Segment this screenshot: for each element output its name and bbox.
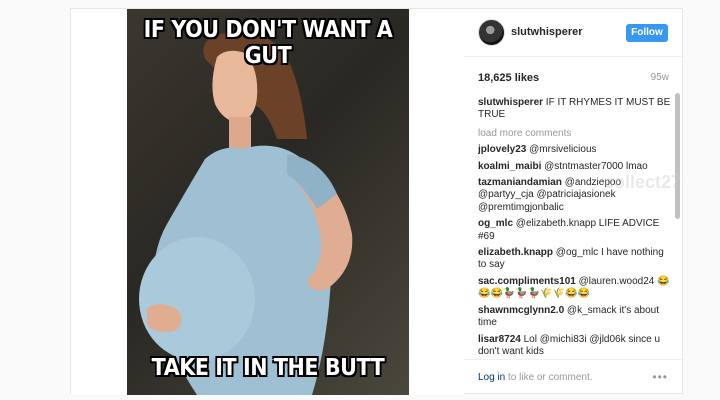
comment-username[interactable]: sac.compliments101 — [478, 276, 576, 287]
avatar[interactable] — [478, 19, 505, 46]
post-time[interactable]: 95w — [651, 72, 669, 83]
comment-text: @mrsivelicious — [526, 144, 597, 156]
meme-top-text: IF YOU DON'T WANT A GUT — [143, 17, 393, 69]
login-text: to like or comment. — [505, 372, 593, 383]
comments-scrollbar[interactable] — [675, 93, 680, 219]
likes-count[interactable]: 18,625 likes — [478, 72, 539, 84]
comments-list: slutwhisperer IF IT RHYMES IT MUST BE TR… — [478, 97, 674, 355]
load-more-comments-link[interactable]: load more comments — [478, 128, 674, 140]
likes-row: 18,625 likes 95w — [464, 69, 684, 89]
more-options-icon[interactable]: ••• — [652, 370, 668, 384]
post-footer: Log in to like or comment. ••• — [464, 359, 684, 395]
caption-username[interactable]: slutwhisperer — [478, 97, 543, 108]
list-item: jplovely23 @mrsivelicious — [478, 144, 674, 156]
list-item: og_mlc @elizabeth.knapp LIFE ADVICE #69 — [478, 218, 674, 243]
comment-username[interactable]: tazmaniandamian — [478, 177, 562, 188]
list-item: elizabeth.knapp @og_mlc I have nothing t… — [478, 247, 674, 272]
comment-username[interactable]: og_mlc — [478, 218, 513, 229]
post-container: IF YOU DON'T WANT A GUT TAKE IT IN THE B… — [70, 8, 684, 395]
list-item: lisar8724 Lol @michi83i @jld06k since u … — [478, 334, 674, 356]
comment-username[interactable]: elizabeth.knapp — [478, 247, 553, 258]
follow-button[interactable]: Follow — [626, 24, 668, 42]
watermark: collect27 — [604, 172, 682, 192]
comment-username[interactable]: koalmi_maibi — [478, 161, 541, 172]
caption: slutwhisperer IF IT RHYMES IT MUST BE TR… — [478, 97, 674, 122]
post-sidebar: slutwhisperer Follow 18,625 likes 95w sl… — [464, 9, 684, 395]
header-username[interactable]: slutwhisperer — [511, 26, 583, 38]
list-item: sac.compliments101 @lauren.wood24 😂😂😂🦆🦆🦆… — [478, 276, 674, 301]
post-image[interactable]: IF YOU DON'T WANT A GUT TAKE IT IN THE B… — [127, 9, 409, 395]
login-prompt: Log in to like or comment. — [478, 372, 593, 383]
comment-text: @stntmaster7000 lmao — [541, 160, 648, 172]
meme-bottom-text: TAKE IT IN THE BUTT — [151, 355, 385, 381]
photo-column: IF YOU DON'T WANT A GUT TAKE IT IN THE B… — [71, 9, 464, 395]
list-item: shawnmcglynn2.0 @k_smack it's about time — [478, 305, 674, 330]
comment-username[interactable]: lisar8724 — [478, 334, 521, 345]
comment-username[interactable]: jplovely23 — [478, 144, 526, 155]
login-link[interactable]: Log in — [478, 372, 505, 383]
post-header: slutwhisperer Follow — [464, 9, 684, 57]
comment-username[interactable]: shawnmcglynn2.0 — [478, 305, 564, 316]
